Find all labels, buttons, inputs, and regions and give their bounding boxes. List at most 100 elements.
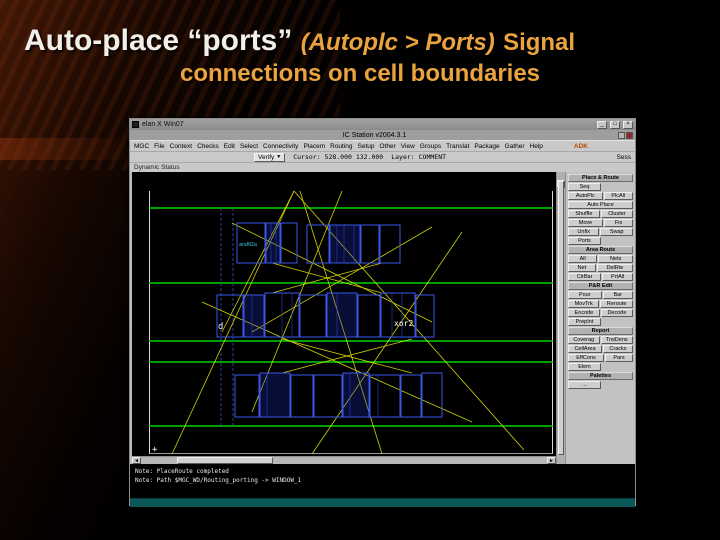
palette-button-auto-place[interactable]: Auto Place	[568, 201, 633, 209]
cell-label-d: d	[218, 322, 223, 332]
banner-button[interactable]	[618, 131, 625, 139]
palette-button-bar[interactable]: Bar	[602, 291, 633, 299]
palette-row: Elem	[568, 363, 633, 371]
palette-button-autoplc[interactable]: AutoPlc	[568, 192, 603, 200]
menu-routing[interactable]: Routing	[329, 143, 353, 150]
slide-title-menu-path: (Autoplc > Ports)	[300, 29, 495, 56]
palette-button-clrbar[interactable]: ClrBar	[568, 273, 602, 281]
palette-row: Report	[568, 327, 633, 335]
window-icon	[132, 121, 139, 128]
background-band	[0, 138, 134, 160]
horizontal-scrollbar[interactable]: ◄ ►	[132, 456, 556, 464]
palette-button-trwdens[interactable]: TrwDens	[600, 336, 634, 344]
menu-context[interactable]: Context	[169, 143, 193, 150]
tool-bar: Verify ▼ Cursor: 528.000 132.000 Layer: …	[130, 151, 635, 162]
menu-package[interactable]: Package	[473, 143, 500, 150]
palette-button-swap[interactable]: Swap	[600, 228, 634, 236]
layout-canvas[interactable]: and02a d xor2 + ◄ ►	[132, 172, 556, 464]
menu-bar: MGC File Context Checks Edit Select Connectivi…	[130, 140, 635, 151]
palette-button-unfix[interactable]: Unfix	[568, 228, 600, 236]
palette-button-delrte[interactable]: DelRte	[596, 264, 633, 272]
menu-select[interactable]: Select	[239, 143, 259, 150]
menu-view[interactable]: View	[400, 143, 416, 150]
palette-button-prepint[interactable]: PrepInt	[568, 318, 601, 326]
verify-label: Verify	[258, 153, 275, 161]
scroll-left-icon[interactable]: ◄	[132, 457, 141, 464]
menu-translat[interactable]: Translat	[445, 143, 470, 150]
palette-button-elem[interactable]: Elem	[568, 363, 601, 371]
palette-button-palettes[interactable]: Palettes	[568, 372, 633, 380]
palette-button-cracks[interactable]: Cracks	[602, 345, 633, 353]
window-titlebar[interactable]: elan X Win07 _ □ ×	[130, 119, 635, 130]
horizontal-scroll-thumb[interactable]	[177, 457, 273, 464]
menu-help[interactable]: Help	[529, 143, 544, 150]
palette-button-p-r-edit[interactable]: P&R Edit	[568, 282, 633, 290]
palette-button-place-route[interactable]: Place & Route	[568, 174, 633, 182]
palette-row: Auto Place	[568, 201, 633, 209]
palette-button-nets[interactable]: Nets	[598, 255, 633, 263]
menu-adk[interactable]: ADK	[574, 143, 588, 150]
menu-checks[interactable]: Checks	[196, 143, 220, 150]
palette-button-plcall[interactable]: PlcAll	[603, 192, 634, 200]
menu-edit[interactable]: Edit	[223, 143, 236, 150]
ic-station-window: elan X Win07 _ □ × IC Station v2004.3.1 …	[129, 118, 636, 507]
guide-lines	[220, 208, 234, 426]
palette-button--[interactable]: …	[568, 381, 601, 389]
minimize-button[interactable]: _	[597, 120, 607, 129]
palette-button-ports[interactable]: Ports	[568, 237, 601, 245]
vertical-scrollbar[interactable]: ▲ ▼	[556, 172, 573, 464]
palette-button-movtrk[interactable]: MovTrk	[568, 300, 600, 308]
palette-row: Move Fix	[568, 219, 634, 227]
cell-label-and02a: and02a	[239, 242, 257, 248]
palette-button-reroute[interactable]: Reroute	[600, 300, 633, 308]
chevron-down-icon: ▼	[276, 154, 282, 160]
palette-button-cellarea[interactable]: CellArea	[568, 345, 602, 353]
palette-row: All Nets	[568, 255, 633, 263]
palette-row: PrepInt	[568, 318, 633, 326]
maximize-button[interactable]: □	[610, 120, 620, 129]
palette-button-net[interactable]: Net	[568, 264, 596, 272]
menu-items: MGC File Context Checks Edit Select Connectivi…	[133, 143, 544, 150]
menu-setup[interactable]: Setup	[357, 143, 376, 150]
menu-gather[interactable]: Gather	[504, 143, 526, 150]
palette-button-area-route[interactable]: Area Route	[568, 246, 633, 254]
palette-row: P&R Edit	[568, 282, 633, 290]
palette-row: Ports	[568, 237, 633, 245]
app-banner: IC Station v2004.3.1	[130, 130, 635, 140]
palette-button-effcons[interactable]: EffCons	[568, 354, 605, 362]
palette-button-encode[interactable]: Encode	[568, 309, 600, 317]
menu-mgc[interactable]: MGC	[133, 143, 150, 150]
console-bar[interactable]	[130, 498, 635, 507]
vertical-scroll-thumb[interactable]	[558, 181, 564, 455]
palette-button-prtall[interactable]: PrtAll	[602, 273, 634, 281]
palette-button-all[interactable]: All	[568, 255, 598, 263]
palette-button-decode[interactable]: Decode	[600, 309, 633, 317]
slide-title-line2: connections on cell boundaries	[179, 60, 541, 87]
status-row: Dynamic Status	[130, 162, 635, 172]
verify-button[interactable]: Verify ▼	[254, 152, 286, 162]
place-route-palette: Place & Route Seq AutoPlc PlcAll Auto Place S…	[565, 172, 635, 464]
palette-button-fix[interactable]: Fix	[604, 219, 634, 227]
slide: Auto-place “ports” (Autoplc > Ports) Sig…	[0, 0, 720, 540]
menu-file[interactable]: File	[153, 143, 165, 150]
palette-button-shuffle[interactable]: Shuffle	[568, 210, 600, 218]
palette-button-move[interactable]: Move	[568, 219, 604, 227]
palette-button-seq[interactable]: Seq	[568, 183, 601, 191]
session-label[interactable]: Sess	[617, 154, 631, 161]
scroll-right-icon[interactable]: ►	[547, 457, 556, 464]
close-button[interactable]: ×	[623, 120, 633, 129]
hscroll-track[interactable]	[273, 457, 547, 464]
palette-button-pour[interactable]: Pour	[568, 291, 602, 299]
palette-button-cluster[interactable]: Cluster	[600, 210, 634, 218]
palette-button-pars[interactable]: Pars	[605, 354, 633, 362]
palette-button-report[interactable]: Report	[568, 327, 633, 335]
cursor-readout: Cursor: 528.000 132.000	[293, 153, 384, 161]
menu-groups[interactable]: Groups	[419, 143, 442, 150]
menu-placem[interactable]: Placem	[302, 143, 326, 150]
menu-other[interactable]: Other	[379, 143, 397, 150]
palette-row: Coverag TrwDens	[568, 336, 634, 344]
menu-connectivity[interactable]: Connectivity	[262, 143, 299, 150]
palette-row: Unfix Swap	[568, 228, 634, 236]
palette-button-coverag[interactable]: Coverag	[568, 336, 600, 344]
banner-close-button[interactable]	[626, 131, 633, 139]
